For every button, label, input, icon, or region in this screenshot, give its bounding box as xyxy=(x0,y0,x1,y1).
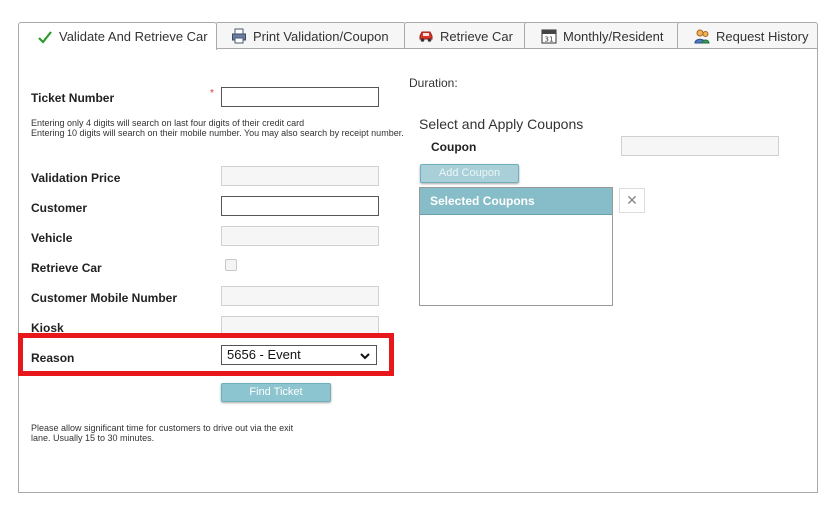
customer-label: Customer xyxy=(31,201,88,215)
svg-text:31: 31 xyxy=(545,36,554,44)
vehicle-label: Vehicle xyxy=(31,231,73,245)
coupons-heading: Select and Apply Coupons xyxy=(419,116,584,132)
tab-label: Monthly/Resident xyxy=(563,28,664,44)
printer-icon xyxy=(231,28,247,44)
close-icon: ✕ xyxy=(626,192,638,208)
tab-monthly-resident[interactable]: 31 Monthly/Resident xyxy=(524,22,681,49)
reason-label: Reason xyxy=(31,351,75,365)
ticket-hint-line-1: Entering only 4 digits will search on la… xyxy=(31,118,305,128)
validation-price-label: Validation Price xyxy=(31,171,121,185)
ticket-hint-line-2: Entering 10 digits will search on their … xyxy=(31,128,404,138)
users-icon xyxy=(694,28,710,44)
reason-select[interactable]: 5656 - Event xyxy=(221,345,377,365)
customer-mobile-input[interactable] xyxy=(221,286,379,306)
selected-coupons-list[interactable]: Selected Coupons xyxy=(419,187,613,306)
ticket-number-input[interactable] xyxy=(221,87,379,107)
retrieve-car-label: Retrieve Car xyxy=(31,261,102,275)
ticket-hint: Entering only 4 digits will search on la… xyxy=(31,118,409,138)
tab-label: Print Validation/Coupon xyxy=(253,28,389,44)
tab-label: Validate And Retrieve Car xyxy=(59,29,208,44)
tab-label: Retrieve Car xyxy=(440,28,513,44)
retrieve-car-checkbox[interactable] xyxy=(225,259,237,271)
validation-price-input[interactable] xyxy=(221,166,379,186)
coupon-input[interactable] xyxy=(621,136,779,156)
footer-note: Please allow significant time for custom… xyxy=(31,423,294,443)
tab-request-history[interactable]: Request History xyxy=(677,22,818,49)
customer-mobile-label: Customer Mobile Number xyxy=(31,291,178,305)
tab-retrieve-car[interactable]: Retrieve Car xyxy=(404,22,528,49)
find-ticket-button[interactable]: Find Ticket xyxy=(221,383,331,402)
required-marker: * xyxy=(210,88,214,99)
add-coupon-button[interactable]: Add Coupon xyxy=(420,164,519,183)
duration-label: Duration: xyxy=(409,76,458,90)
vehicle-input[interactable] xyxy=(221,226,379,246)
tab-label: Request History xyxy=(716,28,809,44)
customer-input[interactable] xyxy=(221,196,379,216)
reason-selected-value: 5656 - Event xyxy=(227,347,301,362)
tab-validate-and-retrieve-car[interactable]: Validate And Retrieve Car xyxy=(18,22,217,50)
ticket-number-label: Ticket Number xyxy=(31,91,115,105)
remove-coupon-button[interactable]: ✕ xyxy=(619,188,645,213)
calendar-icon: 31 xyxy=(541,28,557,44)
selected-coupons-header: Selected Coupons xyxy=(420,188,612,215)
coupon-label: Coupon xyxy=(431,140,477,154)
checkmark-icon xyxy=(37,29,53,45)
tab-print-validation-coupon[interactable]: Print Validation/Coupon xyxy=(215,22,406,49)
chevron-down-icon xyxy=(359,349,371,361)
car-icon xyxy=(418,28,434,44)
